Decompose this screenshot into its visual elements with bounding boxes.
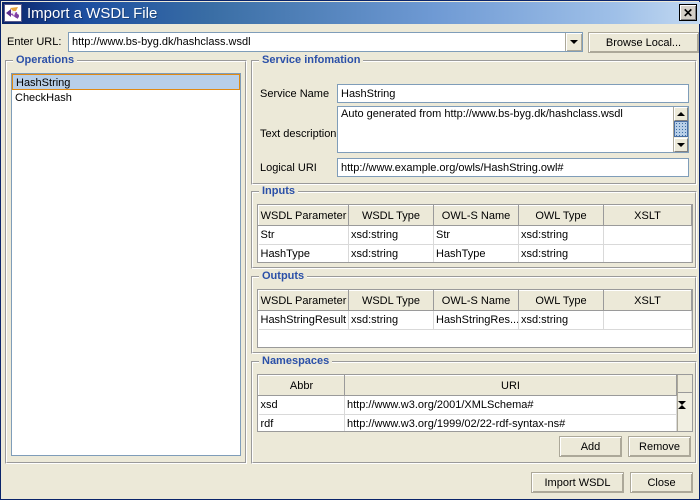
table-cell[interactable]: xsd:string [349, 311, 434, 330]
inputs-table-wrap[interactable]: WSDL Parameter WSDL Type OWL-S Name OWL … [257, 204, 693, 263]
table-header-row: WSDL Parameter WSDL Type OWL-S Name OWL … [259, 206, 692, 226]
table-cell[interactable]: http://www.w3.org/1999/02/22-rdf-syntax-… [345, 415, 677, 433]
service-information-group-title: Service infomation [259, 54, 363, 66]
namespaces-table-wrap[interactable]: Abbr URI xsd http://www.w3.org/2001/XMLS… [257, 374, 693, 432]
table-cell[interactable]: HashStringRes... [434, 311, 519, 330]
outputs-group-title: Outputs [259, 270, 307, 282]
operations-list[interactable]: HashString CheckHash [11, 73, 241, 456]
table-cell[interactable]: xsd:string [349, 245, 434, 264]
close-icon[interactable]: ✕ [679, 4, 697, 21]
column-header[interactable]: Abbr [259, 376, 345, 396]
namespaces-group: Namespaces Abbr URI xsd http://www.w3.or… [251, 361, 697, 464]
window-title: Import a WSDL File [27, 5, 157, 22]
scroll-up-icon[interactable] [674, 107, 688, 121]
list-item[interactable]: CheckHash [12, 90, 240, 106]
operations-group-title: Operations [13, 54, 77, 66]
inputs-group-title: Inputs [259, 185, 298, 197]
column-header[interactable]: WSDL Type [349, 206, 434, 226]
scrollbar-thumb[interactable] [674, 121, 688, 137]
table-row[interactable]: rdf http://www.w3.org/1999/02/22-rdf-syn… [259, 415, 677, 433]
service-name-label: Service Name [260, 88, 329, 100]
column-header[interactable]: URI [345, 376, 677, 396]
url-row: Enter URL: Browse Local... [5, 32, 697, 53]
column-header[interactable]: XSLT [604, 206, 692, 226]
table-cell[interactable] [604, 245, 692, 264]
outputs-table-wrap[interactable]: WSDL Parameter WSDL Type OWL-S Name OWL … [257, 289, 693, 348]
list-item[interactable]: HashString [12, 74, 240, 90]
table-cell[interactable] [604, 311, 692, 330]
scroll-down-icon[interactable] [678, 405, 692, 417]
table-cell[interactable]: HashType [259, 245, 349, 264]
namespaces-table[interactable]: Abbr URI xsd http://www.w3.org/2001/XMLS… [258, 375, 677, 432]
column-header[interactable]: OWL Type [519, 206, 604, 226]
namespaces-group-title: Namespaces [259, 355, 332, 367]
column-header[interactable]: XSLT [604, 291, 692, 311]
add-namespace-button[interactable]: Add [559, 436, 622, 457]
operations-group: Operations HashString CheckHash [5, 60, 247, 464]
url-input[interactable] [69, 33, 565, 51]
browse-local-button[interactable]: Browse Local... [588, 32, 699, 53]
column-header[interactable]: OWL-S Name [434, 291, 519, 311]
column-header[interactable]: OWL-S Name [434, 206, 519, 226]
scrollbar-track[interactable] [674, 121, 688, 138]
table-cell[interactable]: xsd:string [349, 226, 434, 245]
text-description-box[interactable] [337, 106, 689, 153]
service-information-group: Service infomation Service Name Text des… [251, 60, 697, 185]
url-combobox[interactable] [68, 32, 583, 52]
dialog-button-row: Import WSDL Close [531, 472, 693, 493]
table-cell[interactable]: http://www.w3.org/2001/XMLSchema# [345, 396, 677, 415]
table-cell[interactable]: HashType [434, 245, 519, 264]
namespaces-button-row: Add Remove [559, 436, 691, 457]
import-wsdl-button[interactable]: Import WSDL [531, 472, 624, 493]
column-header[interactable]: WSDL Type [349, 291, 434, 311]
table-cell[interactable]: xsd:string [519, 245, 604, 264]
window-titlebar: Import a WSDL File ✕ [2, 2, 700, 24]
logical-uri-label: Logical URI [260, 162, 317, 174]
text-description-scrollbar[interactable] [673, 107, 688, 152]
scrollbar-corner [678, 375, 692, 393]
remove-namespace-button[interactable]: Remove [628, 436, 691, 457]
column-header[interactable]: WSDL Parameter [259, 291, 349, 311]
table-header-row: Abbr URI [259, 376, 677, 396]
import-wsdl-dialog: Import a WSDL File ✕ Enter URL: Browse L… [0, 0, 700, 500]
column-header[interactable]: WSDL Parameter [259, 206, 349, 226]
outputs-group: Outputs WSDL Parameter WSDL Type OWL-S N… [251, 276, 697, 354]
logical-uri-field[interactable] [337, 158, 689, 177]
table-row[interactable]: HashStringResult xsd:string HashStringRe… [259, 311, 692, 330]
table-cell[interactable]: xsd [259, 396, 345, 415]
inputs-group: Inputs WSDL Parameter WSDL Type OWL-S Na… [251, 191, 697, 269]
table-cell[interactable] [604, 226, 692, 245]
column-header[interactable]: OWL Type [519, 291, 604, 311]
table-cell[interactable]: rdf [259, 415, 345, 433]
table-header-row: WSDL Parameter WSDL Type OWL-S Name OWL … [259, 291, 692, 311]
close-button[interactable]: Close [630, 472, 693, 493]
url-label: Enter URL: [7, 36, 61, 48]
text-description-label: Text description [260, 128, 336, 140]
table-cell[interactable]: xsd:string [519, 311, 604, 330]
inputs-table[interactable]: WSDL Parameter WSDL Type OWL-S Name OWL … [258, 205, 692, 263]
table-row[interactable]: xsd http://www.w3.org/2001/XMLSchema# [259, 396, 677, 415]
service-name-field[interactable] [337, 84, 689, 103]
namespaces-scrollbar[interactable] [677, 375, 692, 431]
scroll-down-icon[interactable] [674, 138, 688, 152]
table-cell[interactable]: Str [434, 226, 519, 245]
table-cell[interactable]: Str [259, 226, 349, 245]
table-row[interactable]: HashType xsd:string HashType xsd:string [259, 245, 692, 264]
text-description-textarea[interactable] [338, 107, 673, 152]
table-cell[interactable]: xsd:string [519, 226, 604, 245]
table-row[interactable]: Str xsd:string Str xsd:string [259, 226, 692, 245]
chevron-down-icon[interactable] [565, 33, 582, 51]
outputs-table[interactable]: WSDL Parameter WSDL Type OWL-S Name OWL … [258, 290, 692, 330]
table-cell[interactable]: HashStringResult [259, 311, 349, 330]
app-icon [4, 4, 22, 22]
